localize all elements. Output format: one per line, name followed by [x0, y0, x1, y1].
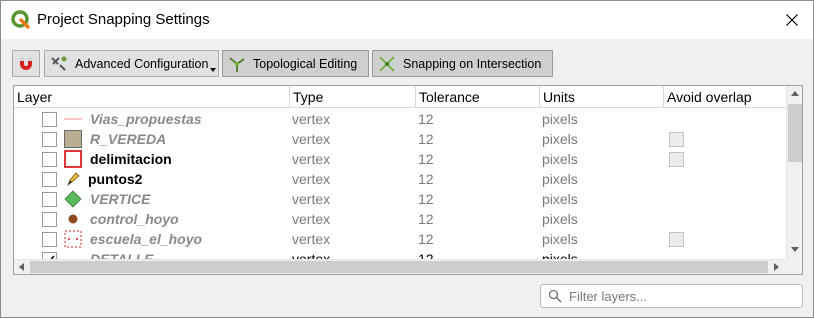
snapping-tools-icon	[51, 56, 67, 71]
snap-enabled-checkbox[interactable]	[42, 252, 57, 259]
snap-type[interactable]: vertex	[292, 249, 330, 259]
scroll-left-icon[interactable]	[18, 263, 24, 271]
dashed-polygon-icon	[64, 230, 82, 248]
snap-tolerance[interactable]: 12	[418, 129, 434, 149]
snap-type[interactable]: vertex	[292, 169, 330, 189]
title-bar: Project Snapping Settings	[1, 1, 813, 39]
advanced-configuration-dropdown[interactable]: Advanced Configuration	[44, 50, 219, 77]
magnet-icon	[20, 57, 32, 70]
layer-name: DETALLE	[90, 251, 154, 259]
snap-enabled-checkbox[interactable]	[42, 152, 57, 167]
polygon-fill-icon	[64, 130, 82, 148]
layer-name: escuela_el_hoyo	[90, 231, 203, 247]
snap-enabled-checkbox[interactable]	[42, 232, 57, 247]
snap-units[interactable]: pixels	[542, 109, 578, 129]
chevron-down-icon	[210, 68, 216, 72]
table-row[interactable]: R_VEREDA vertex 12 pixels	[14, 129, 786, 149]
snap-units[interactable]: pixels	[542, 229, 578, 249]
circle-point-icon	[64, 210, 82, 228]
table-row[interactable]: control_hoyo vertex 12 pixels	[14, 209, 786, 229]
topological-editing-button[interactable]: Topological Editing	[222, 50, 369, 77]
table-row[interactable]: VERTICE vertex 12 pixels	[14, 189, 786, 209]
snap-units[interactable]: pixels	[542, 169, 578, 189]
snap-type[interactable]: vertex	[292, 149, 330, 169]
snap-units[interactable]: pixels	[542, 189, 578, 209]
diamond-point-icon	[64, 190, 82, 208]
pencil-point-icon	[64, 170, 82, 188]
snap-units[interactable]: pixels	[542, 209, 578, 229]
column-header-avoid-overlap[interactable]: Avoid overlap	[664, 86, 786, 108]
table-row[interactable]: delimitacion vertex 12 pixels	[14, 149, 786, 169]
snap-enabled-checkbox[interactable]	[42, 132, 57, 147]
topology-icon	[229, 56, 245, 72]
avoid-overlap-checkbox[interactable]	[669, 132, 684, 147]
vertical-scroll-thumb[interactable]	[788, 104, 802, 162]
snap-type[interactable]: vertex	[292, 229, 330, 249]
toolbar: Advanced Configuration Topological Editi…	[1, 39, 813, 85]
snap-type[interactable]: vertex	[292, 109, 330, 129]
filter-layers-box[interactable]	[540, 284, 803, 308]
snap-tolerance[interactable]: 12	[418, 109, 434, 129]
qgis-logo-icon	[11, 10, 31, 30]
snap-type[interactable]: vertex	[292, 209, 330, 229]
snap-tolerance[interactable]: 12	[418, 209, 434, 229]
scroll-down-icon[interactable]	[791, 247, 799, 253]
scroll-corner	[786, 259, 802, 274]
avoid-overlap-checkbox[interactable]	[669, 232, 684, 247]
table-body: Vias_propuestas vertex 12 pixels R_VERED…	[14, 109, 786, 259]
vertical-scrollbar[interactable]	[786, 86, 802, 259]
snap-tolerance[interactable]: 12	[418, 249, 434, 259]
polygon-outline-icon	[64, 150, 82, 168]
layer-name: Vias_propuestas	[90, 111, 202, 127]
snap-units[interactable]: pixels	[542, 249, 578, 259]
close-button[interactable]	[777, 7, 807, 33]
snap-enabled-checkbox[interactable]	[42, 192, 57, 207]
snap-enabled-checkbox[interactable]	[42, 212, 57, 227]
snap-units[interactable]: pixels	[542, 129, 578, 149]
search-icon	[548, 289, 562, 303]
avoid-overlap-checkbox[interactable]	[669, 152, 684, 167]
snap-units[interactable]: pixels	[542, 149, 578, 169]
snap-type[interactable]: vertex	[292, 129, 330, 149]
layer-name: puntos2	[88, 171, 143, 187]
scroll-right-icon[interactable]	[774, 263, 780, 271]
layer-name: R_VEREDA	[90, 131, 167, 147]
snap-tolerance[interactable]: 12	[418, 169, 434, 189]
advanced-configuration-label: Advanced Configuration	[75, 56, 209, 71]
line-layer-icon	[64, 110, 82, 128]
layer-name: control_hoyo	[90, 211, 179, 227]
window-title: Project Snapping Settings	[37, 11, 210, 28]
filter-layers-input[interactable]	[567, 287, 797, 305]
column-header-layer[interactable]: Layer	[14, 86, 290, 108]
snapping-on-intersection-label: Snapping on Intersection	[403, 56, 542, 71]
horizontal-scrollbar[interactable]	[14, 259, 786, 274]
scroll-up-icon[interactable]	[791, 90, 799, 96]
column-header-tolerance[interactable]: Tolerance	[416, 86, 540, 108]
layer-name: VERTICE	[90, 191, 151, 207]
intersection-icon	[379, 55, 395, 72]
snapping-on-intersection-button[interactable]: Snapping on Intersection	[372, 50, 553, 77]
topological-editing-label: Topological Editing	[253, 56, 358, 71]
column-header-type[interactable]: Type	[290, 86, 416, 108]
table-row[interactable]: Vias_propuestas vertex 12 pixels	[14, 109, 786, 129]
table-row[interactable]: escuela_el_hoyo vertex 12 pixels	[14, 229, 786, 249]
snap-enabled-checkbox[interactable]	[42, 112, 57, 127]
column-header-units[interactable]: Units	[540, 86, 664, 108]
snapping-settings-dialog: Project Snapping Settings Advanced Confi…	[0, 0, 814, 318]
enable-snapping-button[interactable]	[12, 50, 40, 77]
snap-tolerance[interactable]: 12	[418, 189, 434, 209]
table-header: Layer Type Tolerance Units Avoid overlap	[14, 86, 786, 108]
snap-type[interactable]: vertex	[292, 189, 330, 209]
snap-tolerance[interactable]: 12	[418, 149, 434, 169]
close-icon	[786, 14, 798, 26]
snap-tolerance[interactable]: 12	[418, 229, 434, 249]
table-row[interactable]: DETALLE vertex 12 pixels	[14, 249, 786, 259]
horizontal-scroll-thumb[interactable]	[30, 261, 768, 273]
layer-snapping-table: Layer Type Tolerance Units Avoid overlap…	[13, 85, 803, 275]
table-row[interactable]: puntos2 vertex 12 pixels	[14, 169, 786, 189]
snap-enabled-checkbox[interactable]	[42, 172, 57, 187]
layer-name: delimitacion	[90, 151, 172, 167]
